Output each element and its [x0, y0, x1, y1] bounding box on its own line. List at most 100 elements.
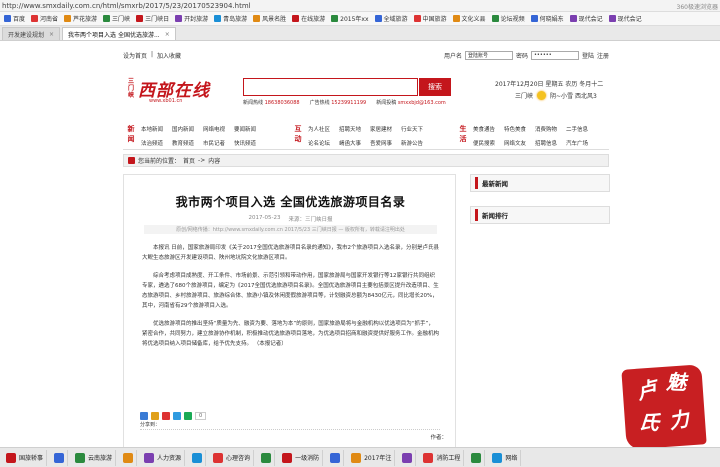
taskbar-item[interactable]: 人力资源: [141, 449, 186, 466]
taskbar-item[interactable]: 消防工程: [420, 449, 465, 466]
share-bar: 0: [140, 412, 207, 420]
login-link[interactable]: 登陆: [582, 51, 594, 60]
taskbar-item[interactable]: [468, 449, 486, 466]
nav-link[interactable]: 二手信息: [566, 125, 588, 134]
bookmark-item[interactable]: 芦花旅游: [64, 14, 97, 23]
nav-head-news: 新闻: [127, 125, 135, 143]
bookmark-item[interactable]: 风景名胜: [253, 14, 286, 23]
app-icon: [492, 452, 503, 463]
bookmark-item[interactable]: 青岛旅游: [214, 14, 247, 23]
taskbar-item[interactable]: 云南旅游: [72, 449, 117, 466]
address-bar[interactable]: http://www.smxdaily.com.cn/html/smxrb/20…: [0, 0, 720, 12]
search-button[interactable]: 搜索: [419, 78, 451, 96]
nav-link[interactable]: 家居建材: [370, 125, 392, 134]
taskbar-item[interactable]: 2017年注: [348, 449, 396, 466]
bookmark-item[interactable]: 河南省: [31, 14, 58, 23]
bookmark-item[interactable]: 何晓娟东: [530, 14, 564, 23]
news-ranking-box: 新闻排行: [470, 206, 610, 224]
breadcrumb-prefix: 您当前的位置：: [138, 158, 181, 165]
nav-link[interactable]: 汽车广场: [566, 139, 588, 148]
taskbar-item[interactable]: [120, 449, 138, 466]
nav-link[interactable]: 网络文友: [504, 139, 526, 148]
search-input[interactable]: [243, 78, 418, 96]
nav-link[interactable]: 吾爱网事: [370, 139, 392, 148]
tab-planning[interactable]: 开发建设规划 ×: [2, 27, 61, 40]
share-count: 0: [195, 412, 207, 420]
share-plus-icon[interactable]: [140, 412, 148, 420]
close-icon[interactable]: ×: [165, 31, 170, 38]
nav-link[interactable]: 本地新闻: [141, 125, 163, 134]
box-accent: [475, 177, 478, 189]
nav-link[interactable]: 快讯频道: [234, 139, 256, 148]
taskbar-item[interactable]: [189, 449, 207, 466]
nav-link[interactable]: 法治频道: [141, 139, 163, 148]
bookmark-item[interactable]: 全域旅游: [374, 14, 408, 23]
bookmark-item[interactable]: 百度: [4, 14, 25, 23]
share-weibo-icon[interactable]: [162, 412, 170, 420]
bookmark-item[interactable]: 在线旅游: [292, 14, 325, 23]
nav-head-interact: 互动: [294, 125, 302, 143]
bookmark-item[interactable]: 开封旅游: [175, 14, 208, 23]
close-icon[interactable]: ×: [49, 31, 54, 38]
bookmark-item[interactable]: 三门峡日: [136, 14, 169, 23]
nav-link[interactable]: 网络电视: [203, 125, 225, 134]
nav-life: 生活 美食通告 特色美食 消费购物 二手信息便民搜索 网络文友 招聘信息 汽车广场: [457, 124, 589, 148]
nav-link[interactable]: 教育频道: [172, 139, 194, 148]
taskbar-item[interactable]: 心理咨询: [210, 449, 255, 466]
taskbar-item[interactable]: 网络: [489, 449, 522, 466]
latest-news-title[interactable]: 最新新闻: [482, 178, 508, 188]
taskbar-item[interactable]: [399, 449, 417, 466]
app-icon: [471, 452, 482, 463]
taskbar-item[interactable]: 国旅轿事: [3, 449, 48, 466]
bookmark-item[interactable]: 2015年xx: [331, 14, 369, 23]
nav-link[interactable]: 便民搜索: [473, 139, 495, 148]
taskbar-item[interactable]: [258, 449, 276, 466]
nav-link[interactable]: 招聘天地: [339, 125, 361, 134]
bookmark-label: 芦花旅游: [73, 16, 98, 23]
news-ranking-title[interactable]: 新闻排行: [482, 210, 508, 220]
set-home-link[interactable]: 设为首页: [123, 51, 147, 60]
share-tencent-icon[interactable]: [173, 412, 181, 420]
breadcrumb-home[interactable]: 首页: [183, 156, 195, 165]
article-source-line: 原创/网络传播：http://www.smxdaily.com.cn 2017/…: [144, 225, 437, 234]
share-label: 分享到：: [140, 422, 161, 428]
add-favorite-link[interactable]: 加入收藏: [157, 51, 181, 60]
bookmark-label: 三门峡: [112, 16, 131, 23]
url-text[interactable]: http://www.smxdaily.com.cn/html/smxrb/20…: [0, 2, 251, 10]
nav-link[interactable]: 消费购物: [535, 125, 557, 134]
bookmark-label: 中国旅游: [422, 16, 447, 23]
taskbar-item[interactable]: [51, 449, 69, 466]
register-link[interactable]: 注册: [597, 51, 609, 60]
nav-link[interactable]: 行业天下: [401, 125, 423, 134]
app-icon: [144, 452, 155, 463]
username-input[interactable]: 登陆账号: [464, 50, 513, 60]
share-qzone-icon[interactable]: [151, 412, 159, 420]
tab-strip: 开发建设规划 × 我市两个项目入选 全国优选旅游... ×: [0, 26, 720, 41]
nav-link[interactable]: 新游公告: [401, 139, 423, 148]
nav-link[interactable]: 招聘信息: [535, 139, 557, 148]
nav-link[interactable]: 特色美食: [504, 125, 526, 134]
bookmark-label: 百度: [13, 16, 26, 23]
share-wechat-icon[interactable]: [184, 412, 192, 420]
nav-link[interactable]: 为人社区: [308, 125, 330, 134]
bookmark-item[interactable]: 三门峡: [103, 14, 130, 23]
tab-article[interactable]: 我市两个项目入选 全国优选旅游... ×: [62, 27, 176, 40]
nav-head-life: 生活: [459, 125, 467, 143]
nav-link[interactable]: 国内新闻: [172, 125, 194, 134]
nav-news: 新闻 本地新闻 国内新闻 网络电视 要闻新闻法治频道 教育频道 市民记者 快讯频道: [125, 124, 257, 148]
nav-link[interactable]: 要闻新闻: [234, 125, 256, 134]
bookmark-item[interactable]: 现代会记: [569, 14, 603, 23]
taskbar-item[interactable]: 一级消防: [279, 449, 324, 466]
nav-link[interactable]: 崤函大事: [339, 139, 361, 148]
bookmark-item[interactable]: 中国旅游: [413, 14, 447, 23]
bookmark-item[interactable]: 文化义县: [452, 14, 486, 23]
password-input[interactable]: ••••••: [530, 50, 579, 60]
nav-link[interactable]: 市民记者: [203, 139, 225, 148]
hotline-submit: 新闻投稿 smxxbjd@163.com: [376, 100, 446, 106]
nav-link[interactable]: 论名论坛: [308, 139, 330, 148]
bookmark-item[interactable]: 现代会记: [608, 14, 642, 23]
taskbar-item[interactable]: [327, 449, 345, 466]
nav-link[interactable]: 美食通告: [473, 125, 495, 134]
bookmark-icon: [214, 15, 222, 22]
bookmark-item[interactable]: 论坛视频: [491, 14, 525, 23]
